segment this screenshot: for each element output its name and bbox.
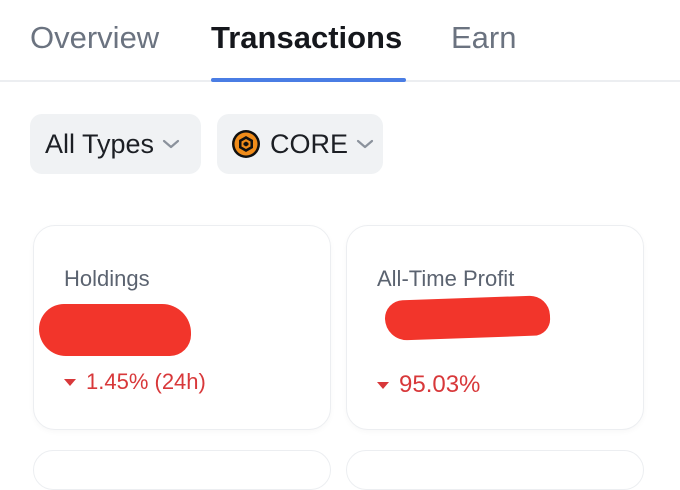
profit-change-value: 95.03% — [399, 371, 481, 398]
core-coin-icon — [232, 130, 260, 158]
lower-card-right[interactable] — [346, 450, 644, 490]
profit-label: All-Time Profit — [377, 266, 515, 291]
holdings-change-value: 1.45% (24h) — [86, 369, 206, 394]
coin-filter-dropdown[interactable]: CORE — [217, 114, 383, 174]
caret-down-icon — [64, 378, 76, 386]
lower-card-left[interactable] — [33, 450, 331, 490]
redacted-profit-value — [384, 295, 551, 341]
tab-bar: Overview Transactions Earn — [0, 0, 680, 82]
redacted-holdings-value — [39, 304, 191, 356]
type-filter-dropdown[interactable]: All Types — [30, 114, 201, 174]
holdings-card[interactable]: Holdings 1.45% (24h) — [33, 225, 331, 430]
caret-down-icon — [377, 381, 389, 389]
profit-change: 95.03% — [377, 371, 480, 399]
active-tab-indicator — [211, 78, 406, 82]
coin-filter-label: CORE — [270, 128, 349, 159]
holdings-change: 1.45% (24h) — [64, 369, 206, 395]
chevron-down-icon — [162, 139, 180, 149]
tab-earn[interactable]: Earn — [451, 18, 516, 58]
holdings-label: Holdings — [64, 266, 150, 291]
tab-overview[interactable]: Overview — [30, 18, 159, 58]
type-filter-label: All Types — [45, 128, 155, 159]
profit-card[interactable]: All-Time Profit 95.03% — [346, 225, 644, 430]
tab-transactions[interactable]: Transactions — [211, 18, 402, 58]
chevron-down-icon — [356, 139, 374, 149]
